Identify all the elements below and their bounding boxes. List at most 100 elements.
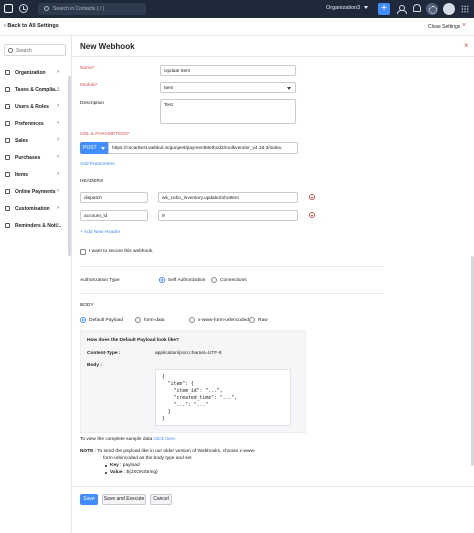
sidebar-scrollbar[interactable] [68,76,71,256]
settings-gear-icon[interactable] [426,3,438,15]
save-button[interactable]: Save [80,494,98,505]
secure-webhook-checkbox[interactable] [80,249,86,255]
note-value-label: Value [110,470,123,475]
required-mark: * [92,66,95,71]
sidebar-search-input[interactable]: Search [4,44,66,56]
note-value-value: : ${JSONString} [122,470,158,475]
code-line: "...": "..." [162,403,209,408]
form-data-label: form-data [144,318,165,323]
recent-history-icon[interactable] [19,4,28,13]
app-grid-icon[interactable] [461,5,469,13]
sidebar-item[interactable]: Taxes & Complia... › [0,83,68,97]
raw-radio[interactable] [249,317,255,323]
header-value-input-2[interactable]: 9 [158,210,298,221]
preferences-icon [5,121,10,126]
url-parameters-label-text: URL & PARAMETERS [80,132,128,137]
sidebar-item-label: Reminders & Noti... [15,223,62,229]
remove-header-icon[interactable] [309,212,315,218]
code-line: } [162,410,171,415]
name-field[interactable]: Update Item [160,65,296,76]
save-and-execute-button[interactable]: Save and Execute [102,494,146,505]
default-payload-radio[interactable] [80,317,86,323]
self-authorization-radio[interactable] [159,277,165,283]
module-label: Module* [80,83,98,88]
header-value-input-1[interactable]: wk_zoho_inventory.updateZohoItem [158,192,298,203]
chevron-right-icon: › [57,154,59,160]
chevron-right-icon: › [57,86,59,92]
http-method-dropdown[interactable]: POST [80,142,108,154]
note-line-1: NOTE : To send the payload like in our o… [80,449,256,454]
default-payload-label: Default Payload [89,318,123,323]
customisation-icon [5,206,10,211]
required-mark: * [95,83,98,88]
note-label: NOTE [80,449,94,454]
settings-header: ‹ Back to All Settings Close Settings × [0,18,474,36]
cancel-button[interactable]: Cancel [150,494,172,505]
purchases-icon [5,155,10,160]
sidebar-item-label: Organization [15,70,46,76]
search-icon [44,6,49,11]
sidebar-item[interactable]: Customisation › [0,202,68,216]
code-line: "item_id": "...", [162,389,223,394]
users-icon[interactable] [397,5,407,14]
sidebar-item-label: Users & Roles [15,104,49,110]
remove-header-icon[interactable] [309,194,315,200]
connections-label: Connections [220,278,247,283]
required-mark: * [127,132,130,137]
url-input[interactable]: https://cscarttest.webkul.in/gunjeet/pay… [108,142,298,154]
app-logo-icon[interactable] [4,4,13,13]
global-search-input[interactable]: Search in Contacts ( / ) [38,3,146,15]
close-icon[interactable]: × [464,41,469,50]
body-label: BODY [80,303,94,308]
page-title: New Webhook [80,42,135,51]
close-settings-icon[interactable]: × [462,22,466,29]
body-key: Body : [87,363,102,368]
note-line-2: form-urlencoded as the body type and set [103,456,192,461]
section-divider [80,266,384,267]
sidebar-item[interactable]: Reminders & Noti... › [0,219,68,233]
sample-data-link[interactable]: Click here. [154,437,177,442]
reminders-icon [5,223,10,228]
chevron-right-icon: › [57,188,59,194]
chevron-right-icon: › [57,137,59,143]
notifications-bell-icon[interactable] [413,4,421,12]
back-to-settings-link[interactable]: ‹ Back to All Settings [4,23,59,29]
sidebar-item[interactable]: Organization › [0,66,68,80]
payments-icon [5,189,10,194]
quick-create-button[interactable]: + [378,3,390,15]
add-new-header-link[interactable]: + Add New Header [80,230,120,235]
sample-data-text: To view the complete sample data Click h… [80,437,176,442]
users-icon [5,104,10,109]
default-payload-preview: How does the Default Payload look like? … [80,330,306,433]
sidebar-item-label: Customisation [15,206,50,212]
header-key-input-2[interactable]: account_id [80,210,148,221]
http-method-value: POST [83,145,97,151]
add-parameters-link[interactable]: Add Parameters [80,162,115,167]
user-avatar[interactable] [443,3,455,15]
organization-switcher[interactable]: Organization3 [326,5,360,11]
connections-radio[interactable] [211,277,217,283]
note-key-value: : payload [118,463,140,468]
chevron-down-icon[interactable] [364,6,368,9]
close-settings-link[interactable]: Close Settings [428,24,460,30]
x-www-form-urlencoded-radio[interactable] [189,317,195,323]
sidebar-item[interactable]: Sales › [0,134,68,148]
form-data-radio[interactable] [135,317,141,323]
sidebar-item[interactable]: Users & Roles › [0,100,68,114]
content-type-key: Content-Type : [87,351,121,356]
module-select[interactable]: Item [160,82,296,93]
sidebar-item[interactable]: Items › [0,168,68,182]
code-line: { [162,375,165,380]
description-textarea[interactable]: Test [160,99,296,124]
chevron-right-icon: › [57,120,59,126]
header-key-input-1[interactable]: dispatch [80,192,148,203]
top-bar: Search in Contacts ( / ) Organization3 + [0,0,474,18]
sidebar-item[interactable]: Preferences › [0,117,68,131]
sidebar-item[interactable]: Online Payments › [0,185,68,199]
settings-sidebar: Search Organization › Taxes & Complia... › U… [0,36,72,533]
note-key-label: Key [110,463,119,468]
section-divider [80,293,384,294]
sidebar-item[interactable]: Purchases › [0,151,68,165]
url-parameters-label: URL & PARAMETERS* [80,132,130,137]
content-type-value: application/json;charset=UTF-8 [155,351,222,356]
